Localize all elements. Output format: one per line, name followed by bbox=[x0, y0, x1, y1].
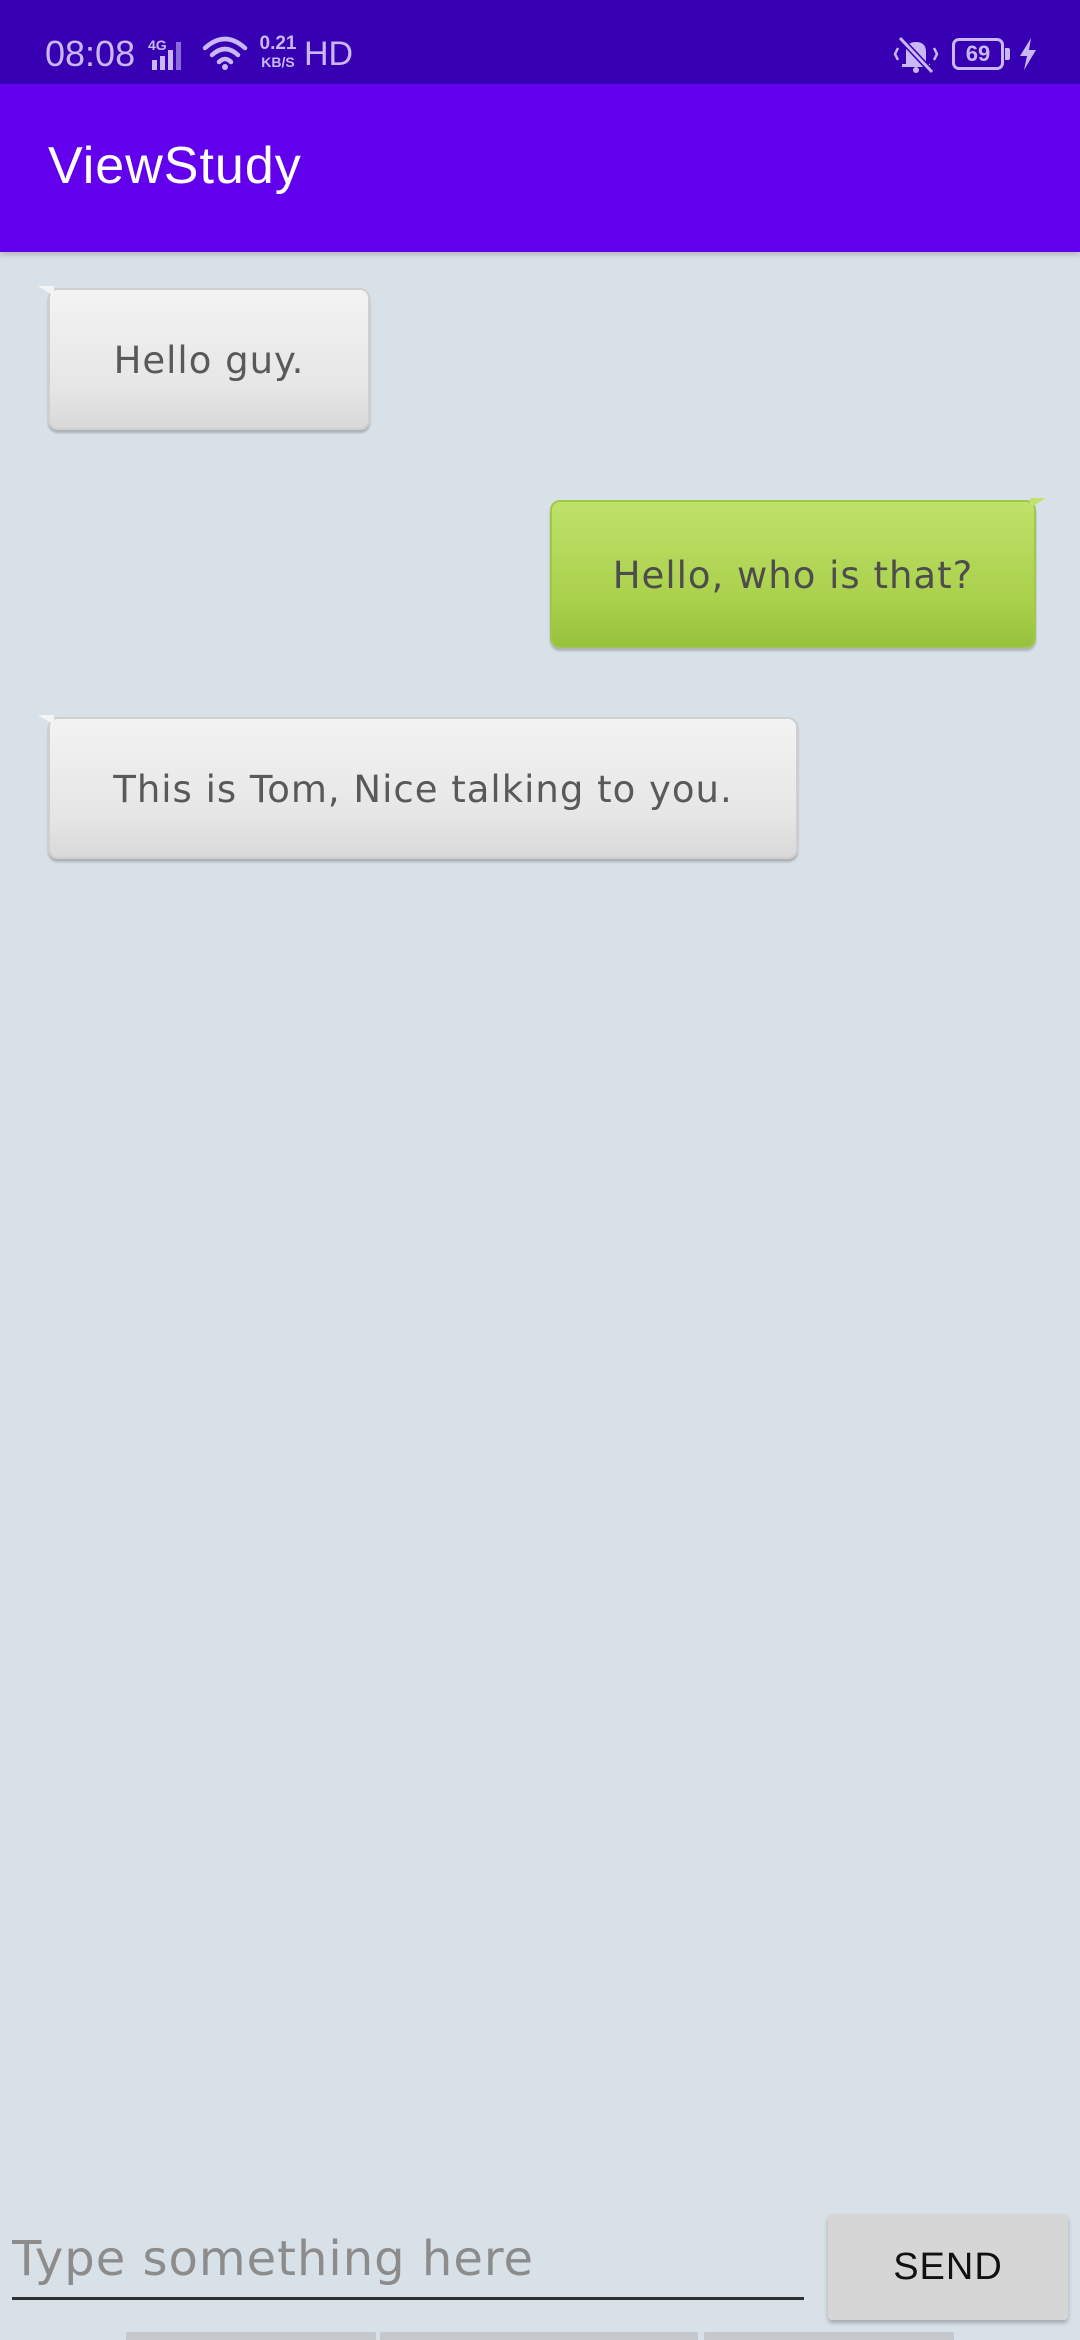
message-text: Hello, who is that? bbox=[612, 554, 974, 597]
app-bar: ViewStudy bbox=[0, 84, 1080, 252]
speed-unit: KB/S bbox=[261, 54, 295, 70]
chat-message-sent: Hello, who is that? bbox=[550, 498, 1046, 648]
network-speed: 0.21 KB/S bbox=[256, 34, 300, 74]
vibrate-off-icon bbox=[893, 35, 939, 74]
send-button[interactable]: SEND bbox=[828, 2214, 1068, 2320]
status-bar: 08:08 4G 0.21 KB/S HD 69 bbox=[0, 0, 1080, 84]
battery-level: 69 bbox=[965, 41, 991, 66]
message-text: This is Tom, Nice talking to you. bbox=[113, 768, 733, 811]
status-time: 08:08 bbox=[45, 33, 136, 74]
chat-message-received: Hello guy. bbox=[38, 286, 370, 430]
battery-cap bbox=[1005, 48, 1010, 60]
message-input[interactable] bbox=[12, 2220, 804, 2300]
charging-icon bbox=[1020, 38, 1036, 70]
nav-bar-hint bbox=[704, 2332, 954, 2340]
hd-label: HD bbox=[304, 35, 354, 73]
chat-message-received: This is Tom, Nice talking to you. bbox=[38, 715, 798, 859]
nav-bar-hint bbox=[380, 2332, 698, 2340]
signal-icon: 4G bbox=[148, 38, 181, 70]
input-bar: SEND bbox=[0, 2200, 1080, 2340]
wifi-icon bbox=[202, 36, 248, 70]
battery-icon: 69 bbox=[952, 38, 1004, 70]
network-type-label: 4G bbox=[148, 38, 167, 53]
nav-bar-hint bbox=[126, 2332, 376, 2340]
speed-value: 0.21 bbox=[259, 33, 297, 54]
message-text: Hello guy. bbox=[113, 339, 305, 382]
app-title: ViewStudy bbox=[48, 137, 302, 195]
